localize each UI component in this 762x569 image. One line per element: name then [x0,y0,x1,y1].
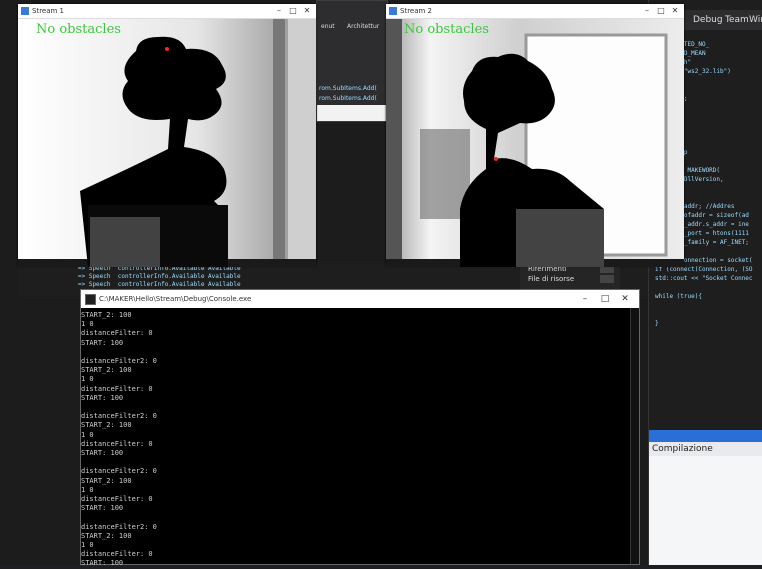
console-line: distanceFilter: 0 [81,329,153,338]
console-line: distanceFilter2: 0 [81,522,157,531]
window-title: Stream 1 [32,7,65,15]
console-line: distanceFilter: 0 [81,550,153,559]
console-line: distanceFilter2: 0 [81,357,157,366]
output-tab-bar[interactable] [649,430,762,442]
console-line: START_2: 100 [81,421,132,430]
console-line: 1 0 [81,485,94,494]
maximize-button[interactable]: □ [286,4,300,18]
console-line: START: 100 [81,449,124,458]
console-line: distanceFilter2: 0 [81,467,157,476]
console-titlebar[interactable]: C:\MAKER\Hello\Stream\Debug\Console.exe … [81,290,639,308]
console-line: START_2: 100 [81,311,132,319]
minimize-button[interactable]: – [272,4,286,18]
depth-view: No obstacles [18,19,316,267]
console-line: 1 0 [81,320,94,329]
console-line: START_2: 100 [81,531,132,540]
close-button[interactable]: ✕ [300,4,314,18]
menu-debug[interactable]: Debug [693,15,723,25]
obstacle-status-text: No obstacles [36,22,121,37]
output-panel [649,456,762,565]
mid-menu-item[interactable]: enut [321,23,335,30]
obstacle-status-text: No obstacles [404,22,489,37]
console-line: 1 0 [81,541,94,550]
console-line: distanceFilter: 0 [81,439,153,448]
console-output: START_2: 100 1 0 distanceFilter: 0 START: 1… [81,308,639,569]
console-title: C:\MAKER\Hello\Stream\Debug\Console.exe [99,295,252,303]
output-panel-label: Compilazione [649,442,762,456]
mid-ide-window: enut Architettur rom.SubItems.Add( rom.S… [316,0,388,122]
code-line: while (true){ [655,293,702,300]
code-line: } [655,320,659,327]
console-line: START_2: 100 [81,476,132,485]
console-icon [85,294,96,305]
window-title: Stream 2 [400,7,433,15]
mid-menu-item[interactable]: Architettur [347,23,379,30]
depth-window-left[interactable]: Stream 1 – □ ✕ No obstacles [18,4,316,267]
console-line: START_2: 100 [81,366,132,375]
menu-team[interactable]: Team [725,15,749,25]
depth-window-right[interactable]: Stream 2 – □ ✕ No obstacles [386,4,684,267]
app-icon [21,7,29,15]
maximize-button[interactable]: □ [595,290,615,308]
depth-view: No obstacles [386,19,684,267]
mid-code-line: rom.SubItems.Add( [319,85,377,92]
maximize-button[interactable]: □ [654,4,668,18]
close-button[interactable]: ✕ [615,290,635,308]
minimize-button[interactable]: – [640,4,654,18]
console-line: distanceFilter: 0 [81,495,153,504]
menu-window[interactable]: Win [749,15,762,25]
console-window[interactable]: C:\MAKER\Hello\Stream\Debug\Console.exe … [80,289,640,567]
mid-panel [317,105,387,121]
console-line: 1 0 [81,375,94,384]
code-line: std::cout << "Socket Connec [655,275,753,282]
app-icon [389,7,397,15]
close-button[interactable]: ✕ [668,4,682,18]
minimize-button[interactable]: – [575,290,595,308]
depth-image [18,19,316,267]
console-line: START: 100 [81,338,124,347]
console-line: START: 100 [81,504,124,513]
console-line: distanceFilter: 0 [81,384,153,393]
target-marker [494,157,498,161]
console-scrollbar[interactable] [630,308,639,564]
console-line: START: 100 [81,393,124,402]
depth-image [386,19,684,267]
console-line: distanceFilter2: 0 [81,412,157,421]
window-titlebar[interactable]: Stream 2 – □ ✕ [386,4,684,19]
mid-code-line: rom.SubItems.Add( [319,95,377,102]
window-titlebar[interactable]: Stream 1 – □ ✕ [18,4,316,19]
target-marker [165,47,169,51]
solution-item[interactable]: File di risorse [528,275,574,283]
console-line: START: 100 [81,559,124,568]
console-line: 1 0 [81,430,94,439]
